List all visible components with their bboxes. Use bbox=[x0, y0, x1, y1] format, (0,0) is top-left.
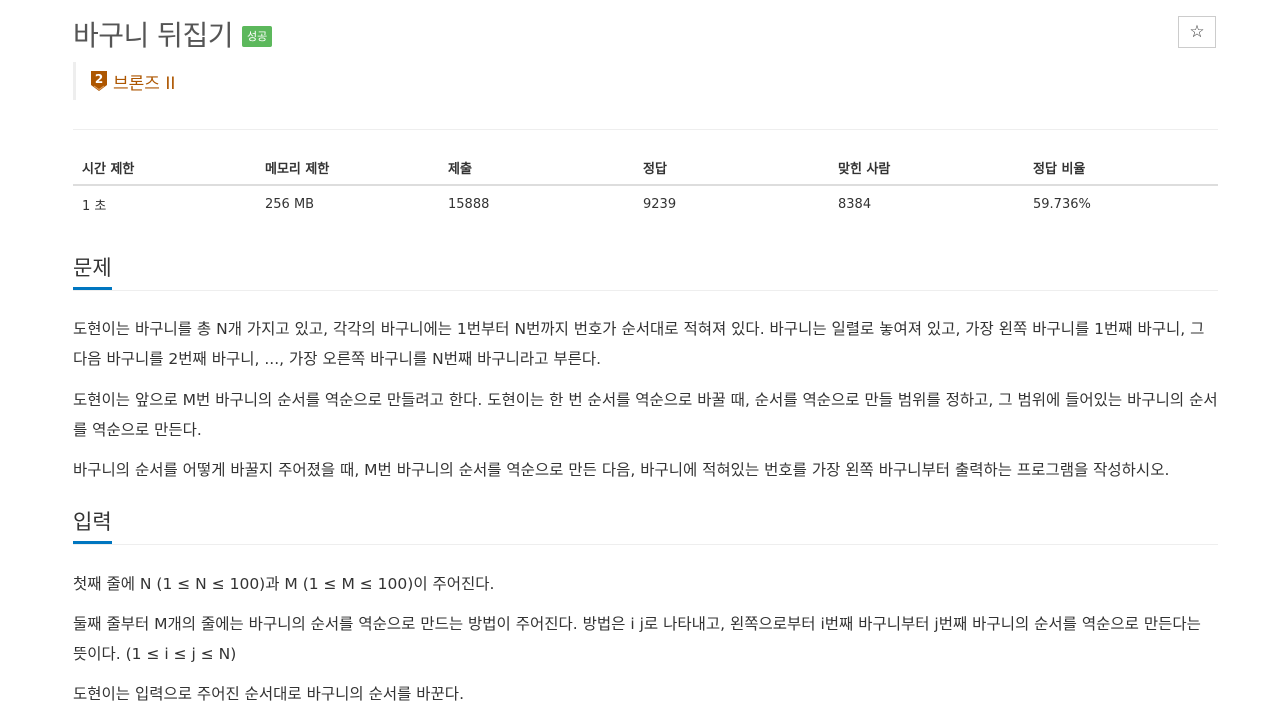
header-solvers: 맞힌 사람 bbox=[829, 150, 1024, 186]
tier-number: 2 bbox=[95, 72, 103, 86]
description-paragraph: 바구니의 순서를 어떻게 바꿀지 주어졌을 때, M번 바구니의 순서를 역순으… bbox=[73, 461, 1170, 479]
accepted-value[interactable]: 9239 bbox=[634, 185, 829, 222]
description-heading: 문제 bbox=[73, 255, 112, 290]
memory-limit-value: 256 MB bbox=[265, 196, 315, 212]
input-heading: 입력 bbox=[73, 509, 112, 544]
input-paragraph: 둘째 줄부터 M개의 줄에는 바구니의 순서를 역순으로 만드는 방법이 주어진… bbox=[73, 615, 1201, 663]
info-value-row: 1 초 256 MB 15888 9239 8384 59.736% bbox=[73, 185, 1218, 222]
accept-ratio-value: 59.736% bbox=[1033, 196, 1091, 212]
solvers-value[interactable]: 8384 bbox=[829, 185, 1024, 222]
description-paragraph: 도현이는 앞으로 M번 바구니의 순서를 역순으로 만들려고 한다. 도현이는 … bbox=[73, 391, 1218, 439]
problem-title: 바구니 뒤집기 bbox=[73, 19, 233, 52]
star-button[interactable]: ☆ bbox=[1178, 16, 1216, 48]
tier-label[interactable]: 2 브론즈 II bbox=[73, 62, 175, 100]
info-header-row: 시간 제한 메모리 제한 제출 정답 맞힌 사람 정답 비율 bbox=[73, 150, 1218, 186]
input-paragraph: 도현이는 입력으로 주어진 순서대로 바구니의 순서를 바꾼다. bbox=[73, 685, 464, 703]
time-limit-value: 1 초 bbox=[82, 198, 107, 214]
header-memory-limit: 메모리 제한 bbox=[256, 150, 439, 186]
header-submissions: 제출 bbox=[439, 150, 634, 186]
description-section-header: 문제 bbox=[73, 255, 1218, 291]
star-icon: ☆ bbox=[1189, 22, 1205, 42]
tier-name: 브론즈 II bbox=[113, 73, 176, 94]
description-paragraph: 도현이는 바구니를 총 N개 가지고 있고, 각각의 바구니에는 1번부터 N번… bbox=[73, 320, 1205, 368]
divider bbox=[73, 129, 1218, 130]
input-section-header: 입력 bbox=[73, 509, 1218, 545]
status-badge: 성공 bbox=[241, 25, 273, 47]
header-accept-ratio: 정답 비율 bbox=[1024, 150, 1218, 186]
submissions-value[interactable]: 15888 bbox=[439, 185, 634, 222]
problem-info-table: 시간 제한 메모리 제한 제출 정답 맞힌 사람 정답 비율 1 초 256 M… bbox=[73, 150, 1218, 222]
input-paragraph: 첫째 줄에 N (1 ≤ N ≤ 100)과 M (1 ≤ M ≤ 100)이 … bbox=[73, 575, 495, 593]
header-time-limit: 시간 제한 bbox=[73, 150, 256, 186]
header-accepted: 정답 bbox=[634, 150, 829, 186]
bronze-tier-icon: 2 bbox=[91, 71, 107, 91]
problem-header: 바구니 뒤집기 성공 bbox=[73, 14, 273, 54]
